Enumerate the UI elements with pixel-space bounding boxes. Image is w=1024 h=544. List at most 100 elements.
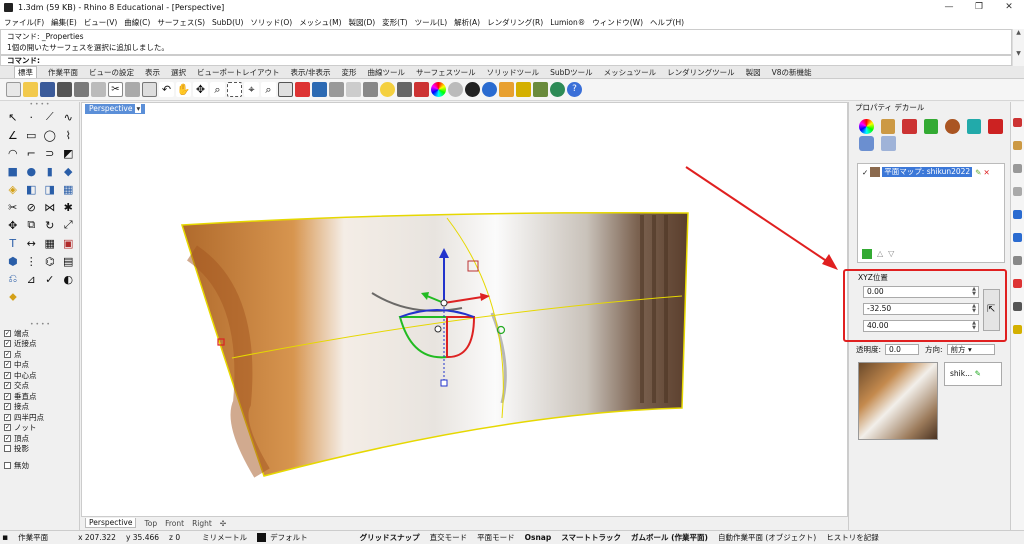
shadow-map-icon[interactable] <box>881 136 896 151</box>
new-icon[interactable] <box>6 82 21 97</box>
texture-mapping-icon[interactable] <box>902 119 917 134</box>
tab-render-tools[interactable]: レンダリングツール <box>667 67 735 78</box>
status-cplane[interactable]: 作業平面 <box>18 532 48 543</box>
blue-sphere-icon[interactable] <box>482 82 497 97</box>
viewport-tab-perspective[interactable]: Perspective <box>85 518 137 528</box>
copy-icon[interactable] <box>91 82 106 97</box>
checkbox[interactable]: ✓ <box>4 340 11 348</box>
save-icon[interactable] <box>40 82 55 97</box>
select-arrow-icon[interactable]: ↖ <box>5 109 21 125</box>
box-solid-icon[interactable]: ■ <box>5 163 21 179</box>
tab-mesh-tools[interactable]: メッシュツール <box>604 67 657 78</box>
options-gear-icon[interactable] <box>516 82 531 97</box>
menu-file[interactable]: ファイル(F) <box>4 17 44 28</box>
checkbox[interactable]: ✓ <box>4 413 11 421</box>
tab-cplanes[interactable]: 作業平面 <box>48 67 78 78</box>
render-icon[interactable]: ◐ <box>61 271 77 287</box>
osnap-knot[interactable]: ✓ ノット <box>0 423 80 434</box>
viewport-tab-front[interactable]: Front <box>165 519 184 528</box>
check-icon[interactable]: ✓ <box>42 271 58 287</box>
menu-edit[interactable]: 編集(E) <box>51 17 77 28</box>
edit-decal-icon[interactable]: ✎ <box>975 168 981 177</box>
clipboard-icon[interactable] <box>142 82 157 97</box>
osnap-point[interactable]: ✓ 点 <box>0 349 80 360</box>
menu-tools[interactable]: ツール(L) <box>415 17 448 28</box>
tab-surface-tools[interactable]: サーフェスツール <box>416 67 476 78</box>
arc-icon[interactable]: ◠ <box>5 145 21 161</box>
osnap-mid[interactable]: ✓ 中点 <box>0 360 80 371</box>
menu-help[interactable]: ヘルプ(H) <box>650 17 684 28</box>
menu-subd[interactable]: SubD(U) <box>212 18 243 27</box>
light-bulb-icon[interactable] <box>380 82 395 97</box>
snap-icon[interactable] <box>346 82 361 97</box>
tab-visibility[interactable]: 表示/非表示 <box>291 67 331 78</box>
line-icon[interactable]: ∠ <box>5 127 21 143</box>
grid-array-icon[interactable]: ▦ <box>42 235 58 251</box>
paste-icon[interactable] <box>125 82 140 97</box>
cylinder-map-icon[interactable] <box>859 136 874 151</box>
analyze-icon[interactable]: ⌬ <box>42 253 58 269</box>
close-button[interactable]: ✕ <box>994 0 1024 15</box>
material-brush-icon[interactable] <box>880 119 896 134</box>
zoom-icon[interactable]: ⌕ <box>210 82 225 97</box>
move-icon[interactable]: ✥ <box>5 217 21 233</box>
menu-solid[interactable]: ソリッド(O) <box>250 17 292 28</box>
viewport-tab-top[interactable]: Top <box>144 519 157 528</box>
materials-tab-icon[interactable] <box>1013 256 1022 265</box>
trim-icon[interactable]: ✂ <box>5 199 21 215</box>
curve-icon[interactable]: ∿ <box>61 109 77 125</box>
display-tab-icon[interactable] <box>1013 164 1022 173</box>
lock-icon[interactable] <box>397 82 412 97</box>
help-tab-icon[interactable] <box>1013 187 1022 196</box>
tab-subd-tools[interactable]: SubDツール <box>550 67 593 78</box>
status-auto-cplane[interactable]: 自動作業平面 (オブジェクト) <box>718 532 816 543</box>
scene[interactable] <box>82 103 848 517</box>
status-planar[interactable]: 平面モード <box>477 532 515 543</box>
tab-new-in-v8[interactable]: V8の新機能 <box>772 67 812 78</box>
decal-icon[interactable] <box>923 119 939 134</box>
menu-window[interactable]: ウィンドウ(W) <box>592 17 643 28</box>
render-sphere-icon[interactable] <box>448 82 463 97</box>
group-icon[interactable]: ▣ <box>61 235 77 251</box>
tab-standard[interactable]: 標準 <box>14 66 37 78</box>
osnap-perp[interactable]: ✓ 垂直点 <box>0 391 80 402</box>
decal-item[interactable]: ✓ 平面マップ: shikun2022 ✎ ✕ <box>862 167 990 177</box>
checkbox[interactable]: ✓ <box>4 382 11 390</box>
layers-tab-icon[interactable] <box>1013 141 1022 150</box>
menu-mesh[interactable]: メッシュ(M) <box>299 17 341 28</box>
panel-tabs[interactable]: プロパティ デカール <box>849 102 1010 113</box>
block-icon[interactable]: ⬢ <box>5 253 21 269</box>
notes-tab-icon[interactable] <box>1013 325 1022 334</box>
pan-hand-icon[interactable]: ✋ <box>176 82 191 97</box>
status-unit[interactable]: ミリメートル <box>202 532 247 543</box>
status-history[interactable]: ヒストリを記録 <box>826 532 879 543</box>
scale-icon[interactable]: ⤢ <box>61 217 77 233</box>
checkbox[interactable]: ✓ <box>4 371 11 379</box>
osnap-int[interactable]: ✓ 交点 <box>0 381 80 392</box>
color-wheel-icon[interactable] <box>431 82 446 97</box>
perspective-viewport[interactable]: Perspective ▾ <box>81 102 848 517</box>
boolean-icon[interactable]: ◈ <box>5 181 21 197</box>
osnap-vertex[interactable]: ✓ 頂点 <box>0 433 80 444</box>
menu-curve[interactable]: 曲線(C) <box>124 17 150 28</box>
gumball-center[interactable] <box>434 325 442 333</box>
tab-select[interactable]: 選択 <box>171 67 186 78</box>
layer-icon[interactable]: ▤ <box>61 253 77 269</box>
checkbox[interactable] <box>4 445 11 453</box>
checkbox[interactable]: ✓ <box>4 403 11 411</box>
polyline-icon[interactable]: ⟋ <box>42 109 58 125</box>
zoom-extents-icon[interactable]: ⌖ <box>244 82 259 97</box>
text-tool-icon[interactable]: T <box>5 235 21 251</box>
teapot-icon[interactable] <box>533 82 548 97</box>
join-icon[interactable]: ⋈ <box>42 199 58 215</box>
box-map-icon[interactable] <box>988 119 1004 134</box>
history-icon[interactable]: ⎌ <box>5 271 21 287</box>
globe-icon[interactable] <box>550 82 565 97</box>
mesh-icon[interactable]: ▦ <box>61 181 77 197</box>
viewport-tab-right[interactable]: Right <box>192 519 212 528</box>
minimize-button[interactable]: — <box>934 0 964 15</box>
status-ortho[interactable]: 直交モード <box>430 532 468 543</box>
delete-decal-icon[interactable]: ✕ <box>983 168 989 177</box>
textured-surface[interactable] <box>180 212 689 477</box>
freeform-icon[interactable]: ⌇ <box>61 127 77 143</box>
